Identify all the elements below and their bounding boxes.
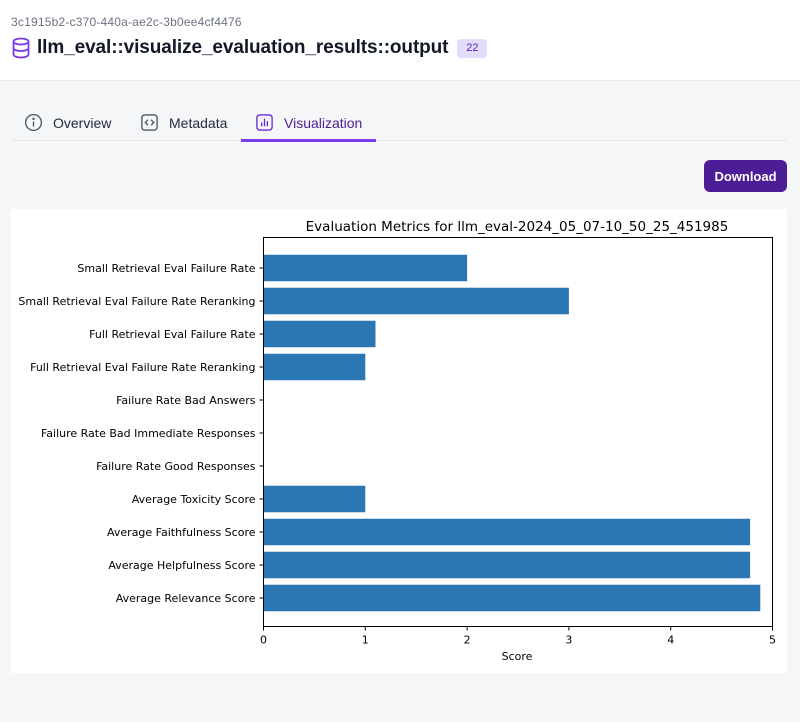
y-tick-label: Full Retrieval Eval Failure Rate (89, 328, 256, 341)
tab-metadata-label: Metadata (169, 114, 228, 131)
code-icon (141, 114, 158, 131)
tab-visualization-label: Visualization (284, 114, 363, 131)
x-tick-label: 1 (362, 634, 369, 647)
x-tick-label: 3 (565, 634, 572, 647)
x-tick-label: 0 (260, 634, 267, 647)
bar-chart-icon (256, 114, 273, 131)
x-axis-label: Score (502, 650, 533, 663)
y-tick-label: Failure Rate Good Responses (96, 460, 256, 473)
page-title: llm_eval::visualize_evaluation_results::… (37, 37, 449, 58)
database-icon (12, 37, 30, 59)
x-tick-label: 5 (769, 634, 776, 647)
bar (263, 254, 468, 282)
tab-bar: Overview Metadata Visualization (11, 104, 787, 142)
y-tick-label: Average Relevance Score (116, 592, 256, 605)
y-tick-labels: Small Retrieval Eval Failure Rate Small R… (18, 262, 264, 605)
bars-group (263, 254, 761, 612)
artifact-header: 3c1915b2-c370-440a-ae2c-3b0ee4cf4476 llm… (0, 0, 800, 81)
chart-title: Evaluation Metrics for llm_eval-2024_05_… (306, 219, 729, 235)
y-tick-label: Failure Rate Bad Immediate Responses (41, 427, 256, 440)
tab-visualization[interactable]: Visualization (241, 104, 376, 142)
tab-overview[interactable]: Overview (24, 104, 111, 141)
y-tick-label: Average Helpfulness Score (108, 559, 255, 572)
info-icon (24, 113, 43, 132)
download-button[interactable]: Download (704, 160, 787, 192)
tab-metadata[interactable]: Metadata (140, 104, 227, 141)
bar (263, 584, 761, 612)
y-tick-label: Failure Rate Bad Answers (116, 394, 256, 407)
y-tick-label: Small Retrieval Eval Failure Rate (77, 262, 255, 275)
y-tick-label: Small Retrieval Eval Failure Rate Rerank… (18, 295, 255, 308)
bar (263, 518, 751, 546)
artifact-id: 3c1915b2-c370-440a-ae2c-3b0ee4cf4476 (11, 15, 242, 29)
bar (263, 551, 751, 579)
bar (263, 320, 376, 348)
tab-overview-label: Overview (53, 114, 112, 131)
bar (263, 287, 569, 315)
title-row: llm_eval::visualize_evaluation_results::… (11, 36, 488, 60)
x-tick-label: 2 (464, 634, 471, 647)
evaluation-metrics-chart: Evaluation Metrics for llm_eval-2024_05_… (18, 219, 776, 663)
bar (263, 485, 366, 513)
y-tick-label: Full Retrieval Eval Failure Rate Reranki… (30, 361, 255, 374)
y-tick-label: Average Faithfulness Score (107, 526, 256, 539)
x-tick-label: 4 (667, 634, 674, 647)
version-badge: 22 (457, 38, 488, 58)
chart-panel: Evaluation Metrics for llm_eval-2024_05_… (11, 209, 787, 673)
y-tick-label: Average Toxicity Score (132, 493, 256, 506)
x-ticks: 0 1 2 3 4 5 (260, 626, 776, 647)
bar (263, 353, 366, 381)
